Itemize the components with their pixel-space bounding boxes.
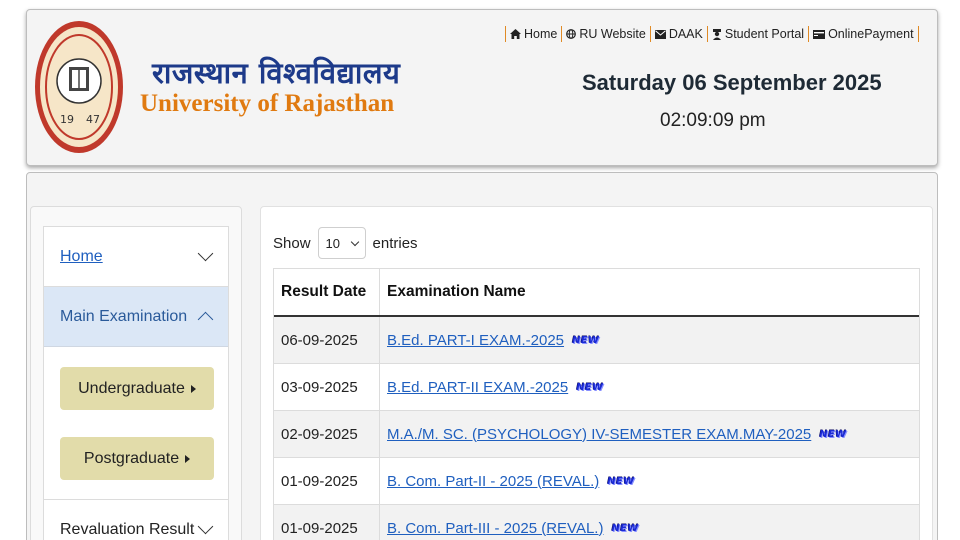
entries-select[interactable]: 10 (317, 227, 366, 259)
exam-result-link[interactable]: B. Com. Part-III - 2025 (REVAL.) (387, 520, 603, 537)
sidebar-item-revaluation-result[interactable]: Revaluation Result (44, 499, 228, 540)
column-header-result-date[interactable]: Result Date (274, 269, 380, 315)
svg-text:47: 47 (86, 113, 100, 126)
result-date-cell: 03-09-2025 (274, 364, 380, 410)
nav-student-portal[interactable]: Student Portal (712, 27, 804, 41)
nav-online-payment[interactable]: OnlinePayment (813, 27, 914, 41)
exam-result-link[interactable]: B. Com. Part-II - 2025 (REVAL.) (387, 473, 599, 490)
entries-select-value: 10 (325, 235, 340, 251)
nav-daak[interactable]: DAAK (654, 27, 703, 41)
table-row: 06-09-2025 B.Ed. PART-I EXAM.-2025 NEW (274, 317, 919, 364)
caret-right-icon (185, 454, 191, 463)
chevron-down-icon[interactable] (197, 518, 214, 535)
card-icon (813, 29, 826, 39)
new-badge: NEW (819, 428, 847, 440)
svg-text:19: 19 (60, 113, 74, 126)
nav-separator (561, 26, 563, 42)
university-name-hindi: राजस्थान विश्वविद्यालय (152, 56, 401, 90)
nav-separator (649, 26, 651, 42)
entries-label: entries (372, 234, 418, 252)
current-time: 02:09:09 pm (660, 110, 766, 131)
chevron-down-icon (350, 237, 359, 246)
table-row: 01-09-2025 B. Com. Part-III - 2025 (REVA… (274, 505, 919, 540)
result-date-cell: 06-09-2025 (274, 317, 380, 363)
results-table: Result Date Examination Name 06-09-2025 … (273, 268, 920, 540)
sidebar-revaluation-label: Revaluation Result (60, 520, 195, 538)
nav-student-portal-label: Student Portal (724, 27, 805, 41)
postgraduate-label: Postgraduate (83, 449, 180, 467)
show-label: Show (273, 234, 311, 252)
sidebar-home-link[interactable]: Home (60, 248, 103, 266)
sidebar-item-home[interactable]: Home (44, 227, 228, 287)
exam-result-link[interactable]: M.A./M. SC. (PSYCHOLOGY) IV-SEMESTER EXA… (387, 426, 811, 443)
exam-name-cell: B. Com. Part-II - 2025 (REVAL.) NEW (380, 458, 919, 504)
result-date-cell: 01-09-2025 (274, 505, 380, 540)
new-badge: NEW (572, 334, 600, 346)
nav-separator (917, 26, 919, 42)
current-date: Saturday 06 September 2025 (582, 70, 882, 95)
table-header: Result Date Examination Name (274, 269, 919, 317)
sidebar-menu: Home Main Examination Undergraduate Post… (43, 226, 229, 540)
nav-separator (706, 26, 708, 42)
university-name-english: University of Rajasthan (140, 90, 395, 117)
exam-name-cell: M.A./M. SC. (PSYCHOLOGY) IV-SEMESTER EXA… (380, 411, 919, 457)
nav-separator (808, 26, 810, 42)
sidebar-main-examination-label: Main Examination (60, 307, 188, 325)
caret-right-icon (190, 384, 196, 393)
page-size-control: Show 10 entries (273, 227, 418, 259)
chevron-up-icon[interactable] (197, 311, 214, 328)
student-icon (712, 28, 721, 40)
table-row: 01-09-2025 B. Com. Part-II - 2025 (REVAL… (274, 458, 919, 505)
nav-home[interactable]: Home (510, 27, 557, 41)
chevron-down-icon[interactable] (197, 245, 214, 262)
column-header-examination-name[interactable]: Examination Name (380, 269, 919, 315)
nav-separator (505, 26, 506, 42)
table-row: 02-09-2025 M.A./M. SC. (PSYCHOLOGY) IV-S… (274, 411, 919, 458)
site-header: 19 47 राजस्थान विश्वविद्यालय University … (26, 9, 938, 166)
home-icon (510, 29, 521, 39)
exam-name-cell: B. Com. Part-III - 2025 (REVAL.) NEW (380, 505, 919, 540)
nav-home-label: Home (524, 27, 558, 41)
new-badge: NEW (611, 522, 639, 534)
nav-daak-label: DAAK (668, 27, 703, 41)
new-badge: NEW (576, 381, 604, 393)
exam-result-link[interactable]: B.Ed. PART-I EXAM.-2025 (387, 332, 564, 349)
nav-online-payment-label: OnlinePayment (828, 27, 914, 41)
exam-result-link[interactable]: B.Ed. PART-II EXAM.-2025 (387, 379, 568, 396)
globe-icon (566, 29, 577, 39)
result-date-cell: 02-09-2025 (274, 411, 380, 457)
envelope-icon (654, 29, 666, 39)
nav-ru-website[interactable]: RU Website (566, 27, 646, 41)
exam-name-cell: B.Ed. PART-I EXAM.-2025 NEW (380, 317, 919, 363)
result-date-cell: 01-09-2025 (274, 458, 380, 504)
top-nav: Home RU Website DAAK Student Portal Onli… (501, 26, 923, 42)
table-row: 03-09-2025 B.Ed. PART-II EXAM.-2025 NEW (274, 364, 919, 411)
sidebar-item-main-examination[interactable]: Main Examination (44, 287, 228, 347)
undergraduate-label: Undergraduate (78, 379, 185, 397)
postgraduate-button[interactable]: Postgraduate (60, 437, 214, 480)
nav-ru-website-label: RU Website (579, 27, 646, 41)
exam-name-cell: B.Ed. PART-II EXAM.-2025 NEW (380, 364, 919, 410)
university-logo[interactable]: 19 47 (34, 19, 124, 155)
undergraduate-button[interactable]: Undergraduate (60, 367, 214, 410)
new-badge: NEW (607, 475, 635, 487)
